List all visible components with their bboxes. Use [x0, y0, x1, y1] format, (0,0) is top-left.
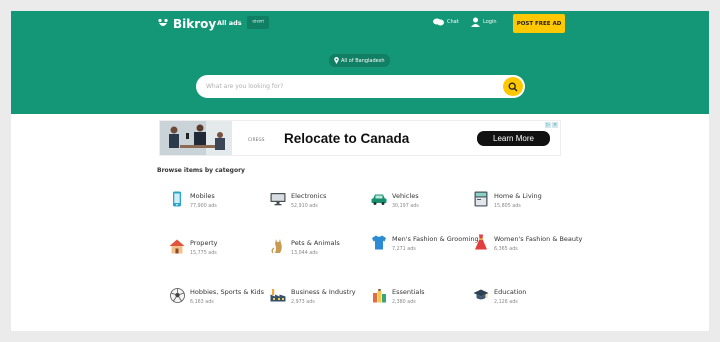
search-input[interactable] — [206, 80, 486, 93]
factory-icon — [269, 286, 287, 304]
category-count: 2,380 ads — [392, 300, 416, 305]
category-name: Pets & Animals — [291, 239, 340, 247]
all-ads-link[interactable]: All ads — [217, 19, 242, 27]
logo-icon — [158, 18, 168, 26]
category-name: Electronics — [291, 192, 327, 200]
category-name: Business & Industry — [291, 288, 356, 296]
category-name: Mobiles — [190, 192, 215, 200]
category-count: 15,775 ads — [190, 251, 217, 256]
category-hobbies-sports-kids[interactable]: Hobbies, Sports & Kids 6,163 ads — [168, 286, 264, 306]
category-name: Vehicles — [392, 192, 419, 200]
category-mobiles[interactable]: Mobiles 77,900 ads — [168, 190, 217, 210]
ad-learn-more-button[interactable]: Learn More — [477, 131, 550, 146]
category-count: 52,910 ads — [291, 204, 318, 209]
header-hero: Bikroy All ads বাংলা Chat Login POST FRE… — [11, 11, 709, 114]
football-icon — [168, 286, 186, 304]
login-link[interactable]: Login — [471, 17, 497, 27]
category-count: 6,163 ads — [190, 300, 214, 305]
chat-label: Chat — [447, 19, 459, 25]
browse-categories-title: Browse items by category — [157, 167, 245, 174]
category-count: 7,271 ads — [392, 247, 416, 252]
category-count: 13,044 ads — [291, 251, 318, 256]
graduation-cap-icon — [472, 286, 490, 304]
category-essentials[interactable]: Essentials 2,380 ads — [370, 286, 425, 306]
car-icon — [370, 190, 388, 208]
login-label: Login — [483, 19, 497, 25]
category-count: 2,973 ads — [291, 300, 315, 305]
user-icon — [471, 17, 480, 27]
category-vehicles[interactable]: Vehicles 30,197 ads — [370, 190, 419, 210]
category-electronics[interactable]: Electronics 52,910 ads — [269, 190, 326, 210]
category-count: 6,365 ads — [494, 247, 518, 252]
category-mens-fashion[interactable]: Men's Fashion & Grooming 7,271 ads — [370, 233, 479, 253]
house-icon — [168, 237, 186, 255]
category-name: Essentials — [392, 288, 425, 296]
category-count: 2,126 ads — [494, 300, 518, 305]
category-name: Education — [494, 288, 527, 296]
location-selector[interactable]: All of Bangladesh — [329, 54, 390, 67]
ad-close-icon[interactable]: × — [552, 122, 558, 128]
category-name: Men's Fashion & Grooming — [392, 235, 479, 243]
ad-brand: CIREGS — [248, 137, 265, 142]
language-toggle[interactable]: বাংলা — [247, 16, 269, 29]
search-bar — [196, 75, 525, 98]
post-free-ad-button[interactable]: POST FREE AD — [513, 14, 565, 33]
category-count: 30,197 ads — [392, 204, 419, 209]
ad-controls: ▷ × — [544, 122, 558, 128]
category-womens-fashion[interactable]: Women's Fashion & Beauty 6,365 ads — [472, 233, 582, 253]
grocery-icon — [370, 286, 388, 304]
category-home-living[interactable]: Home & Living 15,805 ads — [472, 190, 542, 210]
category-count: 15,805 ads — [494, 204, 521, 209]
logo-text: Bikroy — [173, 17, 217, 31]
category-count: 77,900 ads — [190, 204, 217, 209]
location-label: All of Bangladesh — [341, 57, 385, 64]
category-education[interactable]: Education 2,126 ads — [472, 286, 526, 306]
category-name: Property — [190, 239, 218, 247]
search-icon — [508, 82, 518, 91]
page-frame: Bikroy All ads বাংলা Chat Login POST FRE… — [11, 11, 709, 331]
ad-headline: Relocate to Canada — [284, 131, 410, 146]
cat-icon — [269, 237, 287, 255]
shirt-icon — [370, 233, 388, 251]
monitor-icon — [269, 190, 287, 208]
chat-link[interactable]: Chat — [433, 18, 459, 26]
appliance-icon — [472, 190, 490, 208]
category-name: Hobbies, Sports & Kids — [190, 288, 265, 296]
dress-icon — [472, 233, 490, 251]
category-business-industry[interactable]: Business & Industry 2,973 ads — [269, 286, 356, 306]
category-name: Home & Living — [494, 192, 542, 200]
ad-banner[interactable]: CIREGS Relocate to Canada Learn More ▷ × — [159, 120, 561, 156]
logo[interactable]: Bikroy — [156, 16, 216, 32]
location-pin-icon — [334, 57, 339, 64]
mobile-phone-icon — [168, 190, 186, 208]
search-button[interactable] — [503, 77, 523, 96]
category-pets-animals[interactable]: Pets & Animals 13,044 ads — [269, 237, 340, 257]
chat-icon — [433, 18, 444, 26]
category-property[interactable]: Property 15,775 ads — [168, 237, 218, 257]
category-name: Women's Fashion & Beauty — [494, 235, 583, 243]
ad-info-icon[interactable]: ▷ — [545, 122, 551, 128]
ad-image — [160, 121, 232, 155]
